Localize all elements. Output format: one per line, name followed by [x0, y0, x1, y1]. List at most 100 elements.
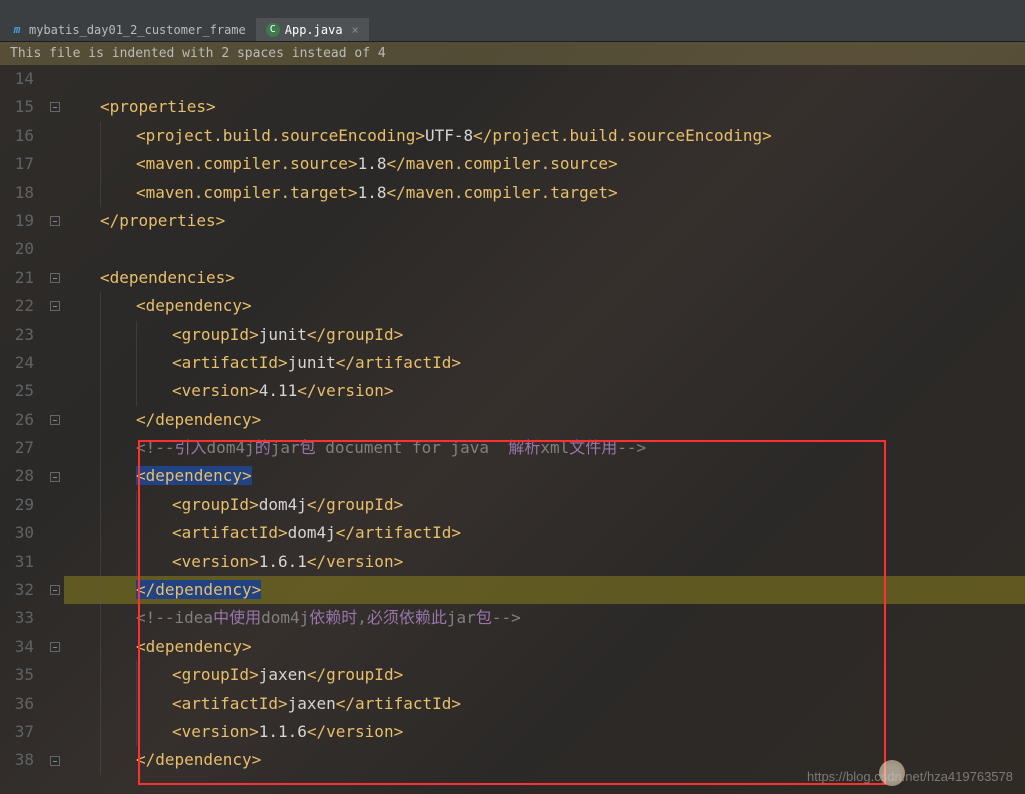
fold-gutter	[48, 65, 64, 775]
code-token: </version>	[297, 381, 393, 400]
code-token: -->	[492, 608, 521, 627]
code-line[interactable]: <!--引入dom4j的jar包 document for java 解析xml…	[64, 434, 1025, 462]
fold-toggle-icon[interactable]	[50, 301, 60, 311]
fold-toggle-icon[interactable]	[50, 472, 60, 482]
code-token: </properties>	[100, 211, 225, 230]
code-line[interactable]: <properties>	[64, 93, 1025, 121]
fold-toggle-icon[interactable]	[50, 756, 60, 766]
line-number: 19	[0, 207, 34, 235]
code-token: </groupId>	[307, 665, 403, 684]
fold-toggle-icon[interactable]	[50, 585, 60, 595]
code-line[interactable]: <maven.compiler.target>1.8</maven.compil…	[64, 179, 1025, 207]
code-token: </artifactId>	[336, 353, 461, 372]
line-number: 29	[0, 491, 34, 519]
code-token: 4.11	[259, 381, 298, 400]
line-number: 23	[0, 321, 34, 349]
code-token: </dependency>	[136, 750, 261, 769]
line-number: 38	[0, 746, 34, 774]
code-line[interactable]: <project.build.sourceEncoding>UTF-8</pro…	[64, 122, 1025, 150]
code-token: </version>	[307, 552, 403, 571]
code-line[interactable]: <artifactId>jaxen</artifactId>	[64, 690, 1025, 718]
code-token: <groupId>	[172, 495, 259, 514]
code-token: <project.build.sourceEncoding>	[136, 126, 425, 145]
code-token: jaxen	[259, 665, 307, 684]
line-number: 20	[0, 235, 34, 263]
code-line[interactable]: <maven.compiler.source>1.8</maven.compil…	[64, 150, 1025, 178]
line-number: 36	[0, 690, 34, 718]
code-token: <dependency>	[136, 637, 252, 656]
code-line[interactable]: <version>4.11</version>	[64, 377, 1025, 405]
tab-mybatis[interactable]: m mybatis_day01_2_customer_frame	[0, 18, 256, 41]
fold-toggle-icon[interactable]	[50, 642, 60, 652]
fold-toggle-icon[interactable]	[50, 102, 60, 112]
fold-toggle-icon[interactable]	[50, 273, 60, 283]
code-line[interactable]: <version>1.1.6</version>	[64, 718, 1025, 746]
code-token: </dependency>	[136, 410, 261, 429]
code-token: </maven.compiler.source>	[386, 154, 617, 173]
code-token: <dependency>	[136, 466, 252, 485]
code-token: dom4j	[288, 523, 336, 542]
line-number: 18	[0, 179, 34, 207]
indent-notice-bar[interactable]: This file is indented with 2 spaces inst…	[0, 42, 1025, 65]
code-token: junit	[288, 353, 336, 372]
watermark-text: https://blog.csdn.net/hza419763578	[807, 769, 1013, 784]
code-token: 1.8	[358, 183, 387, 202]
breadcrumb-bar	[0, 0, 1025, 18]
code-token: junit	[259, 325, 307, 344]
code-line[interactable]: <groupId>jaxen</groupId>	[64, 661, 1025, 689]
line-number-gutter: 1415161718192021222324252627282930313233…	[0, 65, 48, 775]
code-token: <!--idea	[136, 608, 213, 627]
code-line[interactable]	[64, 235, 1025, 263]
line-number: 27	[0, 434, 34, 462]
code-token: <dependency>	[136, 296, 252, 315]
java-class-icon: C	[266, 23, 280, 37]
code-line[interactable]: </dependency>	[64, 576, 1025, 604]
close-icon[interactable]: ×	[352, 23, 359, 37]
code-token: 1.1.6	[259, 722, 307, 741]
code-token: <version>	[172, 722, 259, 741]
code-token: <artifactId>	[172, 353, 288, 372]
code-line[interactable]: <dependency>	[64, 292, 1025, 320]
code-token: dom4j	[259, 495, 307, 514]
code-line[interactable]: <groupId>junit</groupId>	[64, 321, 1025, 349]
code-line[interactable]: </properties>	[64, 207, 1025, 235]
code-editor[interactable]: 1415161718192021222324252627282930313233…	[0, 65, 1025, 775]
code-line[interactable]: <groupId>dom4j</groupId>	[64, 491, 1025, 519]
code-line[interactable]: <!--idea中使用dom4j依赖时,必须依赖此jar包-->	[64, 604, 1025, 632]
code-token: </groupId>	[307, 495, 403, 514]
tab-label: App.java	[285, 23, 343, 37]
code-line[interactable]	[64, 65, 1025, 93]
code-line[interactable]: </dependency>	[64, 406, 1025, 434]
line-number: 15	[0, 93, 34, 121]
code-token: <artifactId>	[172, 523, 288, 542]
fold-toggle-icon[interactable]	[50, 216, 60, 226]
line-number: 24	[0, 349, 34, 377]
code-line[interactable]: <artifactId>junit</artifactId>	[64, 349, 1025, 377]
code-line[interactable]: <artifactId>dom4j</artifactId>	[64, 519, 1025, 547]
line-number: 34	[0, 633, 34, 661]
code-token: ,	[357, 608, 367, 627]
code-token: jaxen	[288, 694, 336, 713]
code-token: <version>	[172, 381, 259, 400]
code-token: 文件用	[569, 438, 617, 457]
code-token: <properties>	[100, 97, 216, 116]
code-token: xml	[540, 438, 569, 457]
line-number: 37	[0, 718, 34, 746]
line-number: 14	[0, 65, 34, 93]
code-token: <!--	[136, 438, 175, 457]
code-token: dom4j	[261, 608, 309, 627]
code-line[interactable]: <version>1.6.1</version>	[64, 548, 1025, 576]
code-token: <version>	[172, 552, 259, 571]
code-token: </project.build.sourceEncoding>	[473, 126, 772, 145]
code-token: 解析	[508, 438, 540, 457]
code-line[interactable]: <dependency>	[64, 633, 1025, 661]
line-number: 21	[0, 264, 34, 292]
code-line[interactable]: <dependencies>	[64, 264, 1025, 292]
code-token: </version>	[307, 722, 403, 741]
line-number: 30	[0, 519, 34, 547]
code-token: -->	[617, 438, 646, 457]
code-line[interactable]: <dependency>	[64, 462, 1025, 490]
fold-toggle-icon[interactable]	[50, 415, 60, 425]
code-area[interactable]: <properties> <project.build.sourceEncodin…	[64, 65, 1025, 775]
tab-app-java[interactable]: C App.java ×	[256, 18, 369, 41]
